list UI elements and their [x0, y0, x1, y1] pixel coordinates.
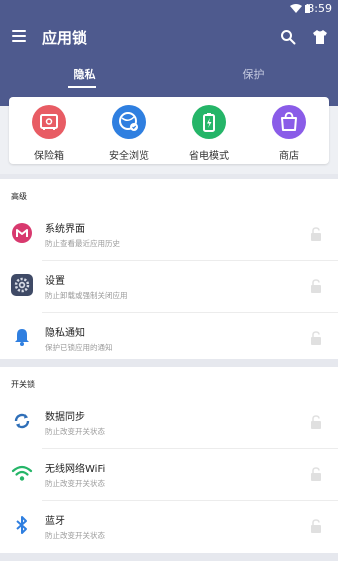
item-subtitle: 保护已锁应用的通知: [45, 343, 113, 352]
tab-protect[interactable]: 保护: [169, 66, 338, 82]
feature-label: 保险箱: [34, 151, 64, 162]
tab-privacy[interactable]: 隐私: [0, 66, 169, 82]
sync-icon: [14, 413, 30, 429]
battery-icon: [192, 105, 226, 139]
item-title: 蓝牙: [45, 516, 65, 527]
feature-card: 保险箱 安全浏览 省电模式 商店: [9, 97, 329, 164]
bluetooth-icon: [16, 516, 27, 534]
section-gap: [0, 553, 338, 561]
list-item-bluetooth[interactable]: 蓝牙 防止改变开关状态: [0, 501, 338, 553]
item-subtitle: 防止查看最近应用历史: [45, 239, 120, 248]
item-title: 隐私通知: [45, 328, 85, 339]
feature-label: 商店: [279, 151, 299, 162]
section-advanced: 高级 系统界面 防止查看最近应用历史 设置 防止卸载或强制关闭应用 隐私通知 保…: [0, 179, 338, 359]
status-time: 8:59: [307, 2, 332, 15]
page-title: 应用锁: [42, 29, 88, 47]
item-subtitle: 防止改变开关状态: [45, 427, 105, 436]
list-item-settings[interactable]: 设置 防止卸载或强制关闭应用: [0, 261, 338, 313]
safe-icon: [32, 105, 66, 139]
browser-icon: [112, 105, 146, 139]
item-title: 无线网络WiFi: [45, 464, 106, 475]
feature-label: 安全浏览: [109, 151, 149, 162]
theme-shirt-icon[interactable]: [312, 29, 328, 45]
list-item-data-sync[interactable]: 数据同步 防止改变开关状态: [0, 397, 338, 449]
unlock-icon[interactable]: [310, 415, 322, 429]
section-header: 开关锁: [11, 380, 35, 389]
feature-label: 省电模式: [189, 151, 229, 162]
unlock-icon[interactable]: [310, 331, 322, 345]
item-subtitle: 防止改变开关状态: [45, 479, 105, 488]
status-bar: 8:59: [0, 0, 338, 18]
section-switch-lock: 开关锁 数据同步 防止改变开关状态 无线网络WiFi 防止改变开关状态 蓝牙 防…: [0, 367, 338, 553]
feature-shop[interactable]: 商店: [249, 105, 329, 162]
system-ui-icon: [12, 223, 32, 243]
item-title: 数据同步: [45, 412, 85, 423]
item-title: 系统界面: [45, 224, 85, 235]
unlock-icon[interactable]: [310, 227, 322, 241]
menu-icon[interactable]: [12, 30, 26, 42]
shop-bag-icon: [272, 105, 306, 139]
app-bar: 8:59 应用锁 隐私 保护: [0, 0, 338, 106]
tab-bar: 隐私 保护: [0, 62, 338, 90]
tab-indicator: [68, 86, 96, 88]
unlock-icon[interactable]: [310, 519, 322, 533]
item-title: 设置: [45, 276, 65, 287]
item-subtitle: 防止卸载或强制关闭应用: [45, 291, 128, 300]
section-next: [0, 561, 338, 575]
list-item-system-ui[interactable]: 系统界面 防止查看最近应用历史: [0, 209, 338, 261]
section-header: 高级: [11, 192, 27, 201]
bell-icon: [15, 329, 29, 346]
unlock-icon[interactable]: [310, 467, 322, 481]
item-subtitle: 防止改变开关状态: [45, 531, 105, 540]
search-icon[interactable]: [280, 29, 296, 45]
section-gap: [0, 359, 338, 367]
list-item-wifi[interactable]: 无线网络WiFi 防止改变开关状态: [0, 449, 338, 501]
list-item-private-notifications[interactable]: 隐私通知 保护已锁应用的通知: [0, 313, 338, 365]
feature-power-saving[interactable]: 省电模式: [169, 105, 249, 162]
feature-browser[interactable]: 安全浏览: [89, 105, 169, 162]
toolbar: 应用锁: [0, 22, 338, 54]
unlock-icon[interactable]: [310, 279, 322, 293]
settings-icon: [11, 274, 33, 296]
wifi-signal-icon: [290, 4, 302, 13]
wifi-icon: [11, 465, 33, 481]
feature-safe[interactable]: 保险箱: [9, 105, 89, 162]
